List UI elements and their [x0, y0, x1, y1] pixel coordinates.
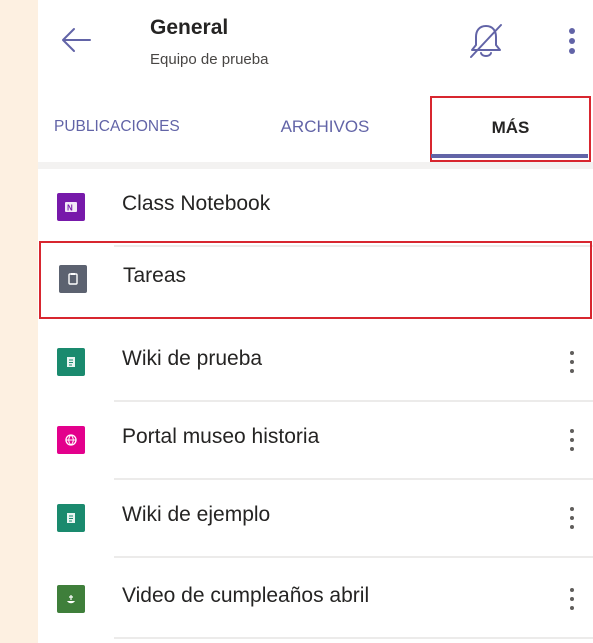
- more-vertical-icon: [570, 588, 574, 610]
- tab-publicaciones[interactable]: PUBLICACIONES: [54, 96, 224, 158]
- channel-header: General Equipo de prueba: [38, 0, 593, 80]
- divider: [114, 556, 593, 558]
- channel-tabs: PUBLICACIONES ARCHIVOS MÁS: [38, 96, 593, 162]
- divider: [114, 637, 593, 639]
- wiki-icon: [57, 504, 85, 532]
- tabs-divider: [38, 162, 593, 169]
- arrow-left-icon: [62, 28, 91, 52]
- stream-icon: [57, 585, 85, 613]
- item-more-button[interactable]: [560, 346, 584, 378]
- back-button[interactable]: [56, 20, 96, 60]
- tab-mas[interactable]: MÁS: [430, 96, 591, 162]
- item-more-button[interactable]: [560, 583, 584, 615]
- onenote-icon: N: [57, 193, 85, 221]
- tab-archivos[interactable]: ARCHIVOS: [260, 96, 390, 158]
- list-item[interactable]: Portal museo historia: [38, 402, 593, 480]
- bell-off-icon: [470, 24, 502, 58]
- list-item[interactable]: Wiki de ejemplo: [38, 480, 593, 558]
- more-vertical-icon: [570, 351, 574, 373]
- list-item[interactable]: Wiki de prueba: [38, 324, 593, 402]
- assignments-icon: [59, 265, 87, 293]
- item-more-button[interactable]: [560, 502, 584, 534]
- more-vertical-icon: [570, 429, 574, 451]
- list-item[interactable]: Video de cumpleaños abril: [38, 561, 593, 639]
- more-options-button[interactable]: [558, 24, 586, 58]
- svg-text:N: N: [67, 204, 73, 213]
- list-item-label: Wiki de prueba: [122, 347, 263, 370]
- wiki-icon: [57, 348, 85, 376]
- channel-title: General: [150, 16, 229, 39]
- globe-icon: [57, 426, 85, 454]
- more-vertical-icon: [569, 28, 575, 54]
- list-item-label: Wiki de ejemplo: [122, 503, 271, 526]
- mute-button[interactable]: [466, 20, 506, 62]
- list-item-label: Video de cumpleaños abril: [122, 584, 370, 607]
- team-name: Equipo de prueba: [150, 51, 269, 68]
- list-item-label: Tareas: [123, 264, 187, 287]
- list-item-label: Class Notebook: [122, 192, 271, 215]
- item-more-button[interactable]: [560, 424, 584, 456]
- channel-screen: General Equipo de prueba PUBLICACIONES A…: [38, 0, 593, 643]
- list-item-label: Portal museo historia: [122, 425, 320, 448]
- selected-tab-indicator: [431, 154, 588, 158]
- more-vertical-icon: [570, 507, 574, 529]
- list-item[interactable]: N Class Notebook: [38, 169, 593, 247]
- list-item[interactable]: Tareas: [39, 241, 592, 319]
